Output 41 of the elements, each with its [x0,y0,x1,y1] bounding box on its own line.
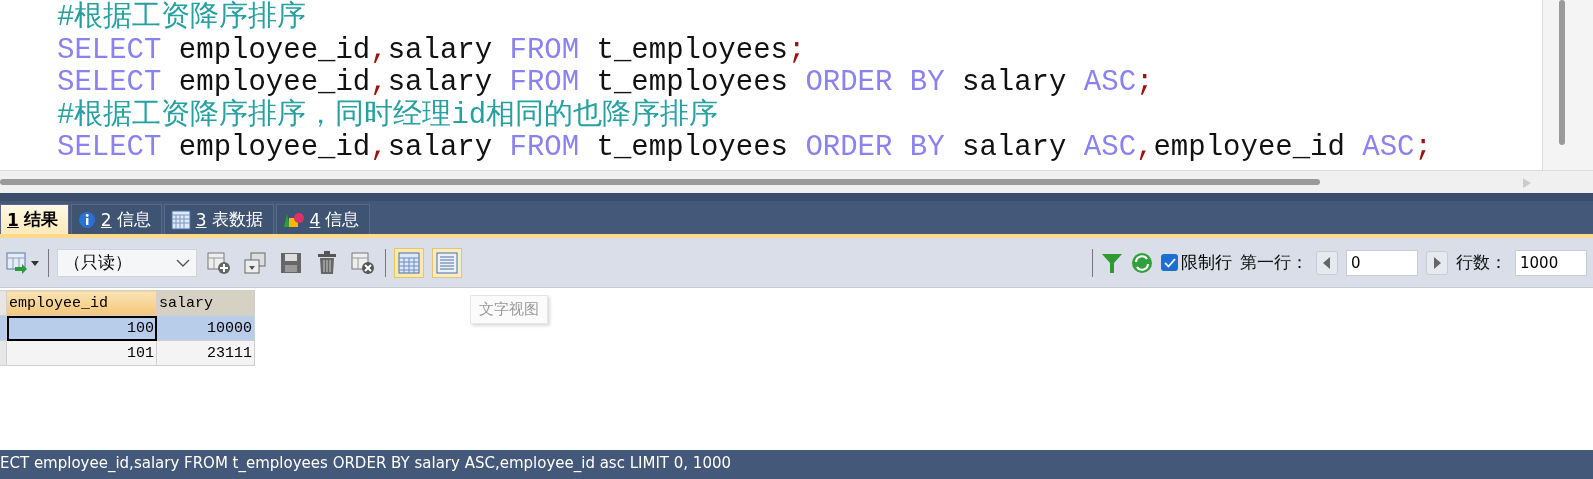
vertical-scrollbar[interactable] [1559,0,1565,145]
code-line: SELECT employee_id,salary FROM t_employees ORDER BY salary ASC,employee_id ASC; [57,132,1433,165]
result-tab[interactable]: 2 信息 [70,204,162,234]
result-tab[interactable]: 1 结果 [0,204,69,234]
table-cell: 101 [6,340,157,366]
column-header[interactable]: employee_id [6,290,157,316]
result-tab[interactable]: 4 信息 [275,204,371,234]
code-line: #根据工资降序排序 [57,2,308,35]
left-arrow-icon [1323,256,1331,269]
table-cell: 100 [6,315,157,341]
code-editor[interactable] [0,0,1543,170]
next-button[interactable] [1426,250,1448,275]
grid-icon [398,251,420,274]
table-icon [170,209,191,230]
filter-icon[interactable] [1101,251,1123,274]
limit-rows-checkbox[interactable]: 限制行 [1161,251,1232,274]
column-header[interactable]: salary [156,290,255,316]
text-lines-icon [436,251,458,274]
table-cell: 23111 [156,340,255,366]
grid-view-button[interactable] [394,247,424,278]
shapes-icon [282,210,305,229]
tooltip: 文字视图 [470,295,548,324]
export-icon[interactable] [6,250,40,275]
row-count-label: 行数： [1456,251,1507,274]
first-row-field[interactable]: 0 [1346,249,1418,276]
code-line: #根据工资降序排序，同时经理id相同的也降序排序 [57,99,720,132]
code-line: SELECT employee_id,salary FROM t_employees; [57,34,807,67]
caret-icon [176,258,190,267]
result-tab[interactable]: 3 表数据 [163,204,274,234]
previous-button[interactable] [1316,250,1338,275]
status-bar: ECT employee_id,salary FROM t_employees ORDER BY salary ASC,employee_id asc LIMIT 0, 1000 [0,450,1593,479]
code-line: SELECT employee_id,salary FROM t_employees ORDER BY salary ASC; [57,67,1155,99]
horizontal-scrollbar[interactable] [0,179,1320,185]
checkmark-icon [1163,257,1176,268]
refresh-icon[interactable] [1131,251,1153,274]
first-row-label: 第一行： [1240,251,1308,274]
right-arrow-icon [1433,256,1441,269]
mode-dropdown[interactable]: （只读） [57,248,197,277]
info-icon [77,210,96,229]
row-count-field[interactable]: 1000 [1515,249,1587,276]
table-cell: 10000 [156,315,255,341]
